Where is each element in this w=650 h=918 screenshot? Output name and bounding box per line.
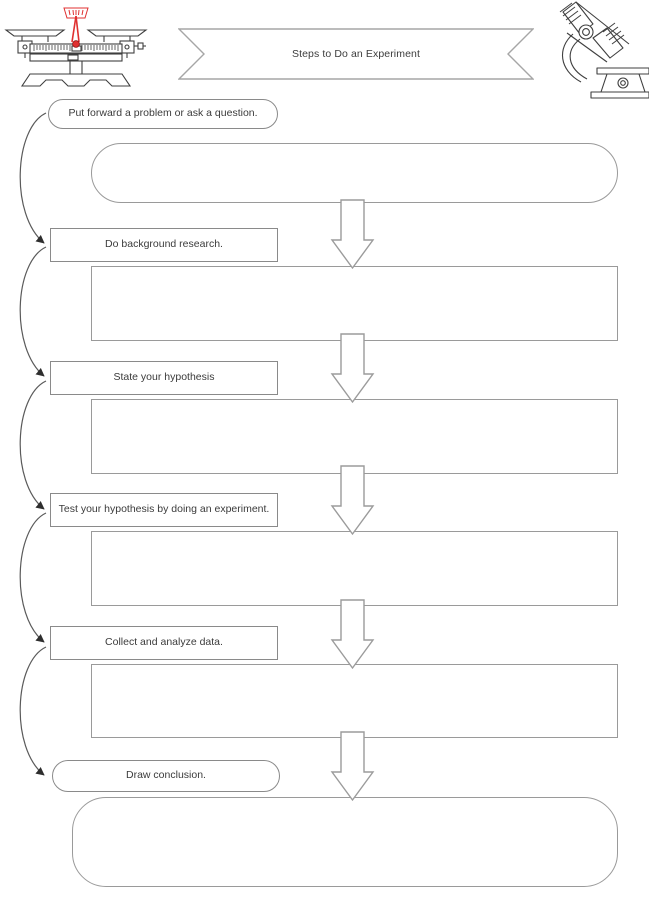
curved-connector-4 <box>19 512 47 643</box>
step-label-1: Put forward a problem or ask a question. <box>48 99 278 129</box>
step-label-6: Draw conclusion. <box>52 760 280 792</box>
title-banner: Steps to Do an Experiment <box>177 28 535 80</box>
curved-connector-3 <box>19 380 47 510</box>
step-label-3: State your hypothesis <box>50 361 278 395</box>
worksheet-canvas: Steps to Do an Experiment Put forward a … <box>0 0 650 918</box>
flow-arrow-down-3 <box>330 465 375 536</box>
microscope-icon <box>545 0 650 100</box>
flow-arrow-down-5 <box>330 731 375 802</box>
step-answer-area-1[interactable] <box>91 143 618 203</box>
curved-connector-1 <box>19 112 47 244</box>
step-answer-area-6[interactable] <box>72 797 618 887</box>
flow-arrow-down-4 <box>330 599 375 670</box>
step-label-4: Test your hypothesis by doing an experim… <box>50 493 278 527</box>
step-answer-area-2[interactable] <box>91 266 618 341</box>
step-answer-area-5[interactable] <box>91 664 618 738</box>
curved-connector-5 <box>19 646 47 776</box>
step-answer-area-4[interactable] <box>91 531 618 606</box>
flow-arrow-down-2 <box>330 333 375 404</box>
step-label-2: Do background research. <box>50 228 278 262</box>
balance-scale-icon <box>2 2 150 92</box>
flow-arrow-down-1 <box>330 199 375 270</box>
curved-connector-2 <box>19 246 47 377</box>
step-answer-area-3[interactable] <box>91 399 618 474</box>
step-label-5: Collect and analyze data. <box>50 626 278 660</box>
